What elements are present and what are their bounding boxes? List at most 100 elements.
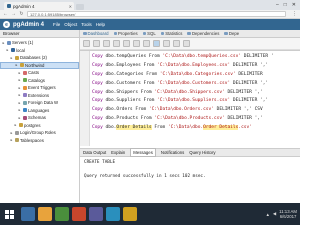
edit-icon[interactable] (133, 40, 140, 47)
roles-icon (14, 130, 19, 135)
expand-toggle-icon[interactable]: ▸ (18, 86, 21, 90)
sql-text: dbo.tempQueries From (102, 54, 163, 59)
tab-statistics[interactable]: Statistics (160, 31, 182, 36)
sql-keyword: Copy (92, 54, 103, 59)
taskbar-app-icon[interactable] (55, 207, 69, 221)
tree-item[interactable]: ▸ Login/Group Roles (0, 129, 79, 137)
tab-properties[interactable]: Properties (113, 31, 138, 36)
expand-toggle-icon[interactable]: ▸ (10, 138, 13, 142)
forward-icon[interactable]: → (11, 11, 16, 17)
tab-dependencies[interactable]: Dependencies (187, 31, 219, 36)
output-tab-messages[interactable]: Messages (130, 148, 156, 157)
tree-item[interactable]: ▸ Casts (0, 69, 79, 77)
tab-label: Dependencies (191, 31, 220, 36)
open-file-icon[interactable] (83, 40, 90, 47)
expand-toggle-icon[interactable]: ▸ (18, 93, 21, 97)
menu-item-tools[interactable]: Tools (81, 22, 92, 27)
taskbar-app-icon[interactable] (21, 207, 35, 221)
tree-item[interactable]: ▸ Foreign Data W (0, 99, 79, 107)
windows-logo-icon (4, 209, 14, 219)
start-button[interactable] (0, 203, 18, 225)
taskbar-app-icon[interactable] (38, 207, 52, 221)
sql-keyword: Copy (92, 80, 103, 86)
expand-toggle-icon[interactable]: ▸ (6, 48, 9, 52)
browser-tab[interactable]: pgAdmin 4 ✕ (4, 2, 74, 10)
tab-sql[interactable]: SQL (142, 31, 156, 36)
url-text: 127.0.0.1:59185/browser/ (30, 11, 76, 17)
expand-toggle-icon[interactable]: ▸ (14, 123, 17, 127)
browser-panel-tab[interactable]: Browser (0, 30, 79, 38)
object-tree: ▸ Servers (1) ▸ local ▸ Databases (2) ▸ Northwi… (0, 38, 79, 144)
sql-text: dbo.Customers From (102, 80, 158, 86)
filter-icon[interactable] (143, 40, 150, 47)
tab-label: SQL (147, 31, 156, 36)
output-tab-notifications[interactable]: Notifications (161, 150, 184, 155)
tree-item[interactable]: ▸ postgres (0, 122, 79, 130)
stop-icon[interactable] (163, 40, 170, 47)
tab-dashboard[interactable]: Dashboard (83, 31, 109, 36)
tree-item[interactable]: ▸ Tablespaces (0, 137, 79, 145)
menu-item-object[interactable]: Object (64, 22, 77, 27)
volume-icon[interactable]: ◀ (273, 211, 276, 217)
clock[interactable]: 11:13 AM 6/6/2017 (279, 209, 297, 219)
output-tab-data-output[interactable]: Data Output (83, 150, 106, 155)
expand-toggle-icon[interactable]: ▸ (15, 63, 18, 67)
menu-item-file[interactable]: File (53, 22, 60, 27)
sql-text: dbo. (102, 125, 117, 131)
paste-icon[interactable] (123, 40, 130, 47)
expand-toggle-icon[interactable]: ▸ (10, 56, 13, 60)
close-tab-icon[interactable]: ✕ (69, 4, 72, 9)
sql-text: DELIMITER ' (241, 54, 274, 59)
tree-item[interactable]: ▸ Schemas (0, 114, 79, 122)
close-window-icon[interactable]: ✕ (292, 2, 296, 8)
tree-item[interactable]: ▸ Event Triggers (0, 84, 79, 92)
save-icon[interactable] (93, 40, 100, 47)
menu-item-help[interactable]: Help (96, 22, 105, 27)
back-icon[interactable]: ← (3, 11, 8, 17)
expand-toggle-icon[interactable]: ▸ (2, 41, 5, 45)
tree-item[interactable]: ▸ Languages (0, 107, 79, 115)
output-tab-query-history[interactable]: Query History (189, 150, 215, 155)
code-line: Copy dbo.tempQueries From 'C:\Data\dbo.t… (92, 53, 274, 62)
tree-item[interactable]: ▸ Databases (2) (0, 54, 79, 62)
query-toolbar (80, 38, 300, 50)
maximize-icon[interactable]: □ (284, 2, 287, 8)
url-input[interactable]: 127.0.0.1:59185/browser/ (27, 11, 286, 17)
tree-item[interactable]: ▸ Catalogs (0, 77, 79, 85)
expand-toggle-icon[interactable]: ▸ (18, 101, 21, 105)
tab-label: Dashboard (87, 31, 109, 36)
expand-toggle-icon[interactable]: ▸ (18, 116, 21, 120)
sql-editor[interactable]: Copy dbo.tempQueries From 'C:\Data\dbo.t… (80, 50, 300, 146)
find-icon[interactable] (103, 40, 110, 47)
expand-toggle-icon[interactable]: ▸ (10, 131, 13, 135)
expand-toggle-icon[interactable]: ▸ (18, 78, 21, 82)
tablespaces-icon (14, 138, 19, 143)
sql-text: dbo.Categories From (102, 71, 160, 77)
tree-item[interactable]: ▸ Extensions (0, 92, 79, 100)
copy-icon[interactable] (113, 40, 120, 47)
code-line: Copy dbo.Shippers From 'C:\Data\dbo.Ship… (92, 89, 274, 98)
sql-text: dbo.Products From (102, 116, 155, 122)
taskbar-app-icon[interactable] (72, 207, 86, 221)
taskbar-app-icon[interactable] (89, 207, 103, 221)
browser-menu-icon[interactable]: ⋮ (292, 11, 297, 17)
databases-icon (14, 55, 19, 60)
reload-icon[interactable]: ↻ (19, 11, 24, 17)
taskbar-app-icon[interactable] (106, 207, 120, 221)
tree-item[interactable]: ▸ local (0, 47, 79, 55)
output-line: CREATE TABLE (84, 160, 116, 165)
taskbar-app-icon[interactable] (123, 207, 137, 221)
output-tab-explain[interactable]: Explain (111, 150, 125, 155)
tree-item[interactable]: ▸ Servers (1) (0, 39, 79, 47)
execute-icon[interactable] (153, 40, 160, 47)
sql-string: 'C:\Data\dbo.Categories.csv' (159, 71, 236, 77)
tree-item-label: Databases (2) (20, 55, 47, 61)
download-icon[interactable] (183, 40, 190, 47)
expand-toggle-icon[interactable]: ▸ (18, 71, 21, 75)
expand-toggle-icon[interactable]: ▸ (18, 108, 21, 112)
minimize-icon[interactable]: – (276, 2, 279, 8)
explain-icon[interactable] (173, 40, 180, 47)
network-icon[interactable]: ▲ (266, 212, 270, 217)
tree-item[interactable]: ▸ Northwind (0, 61, 79, 69)
tab-depe[interactable]: Depe (224, 31, 239, 36)
